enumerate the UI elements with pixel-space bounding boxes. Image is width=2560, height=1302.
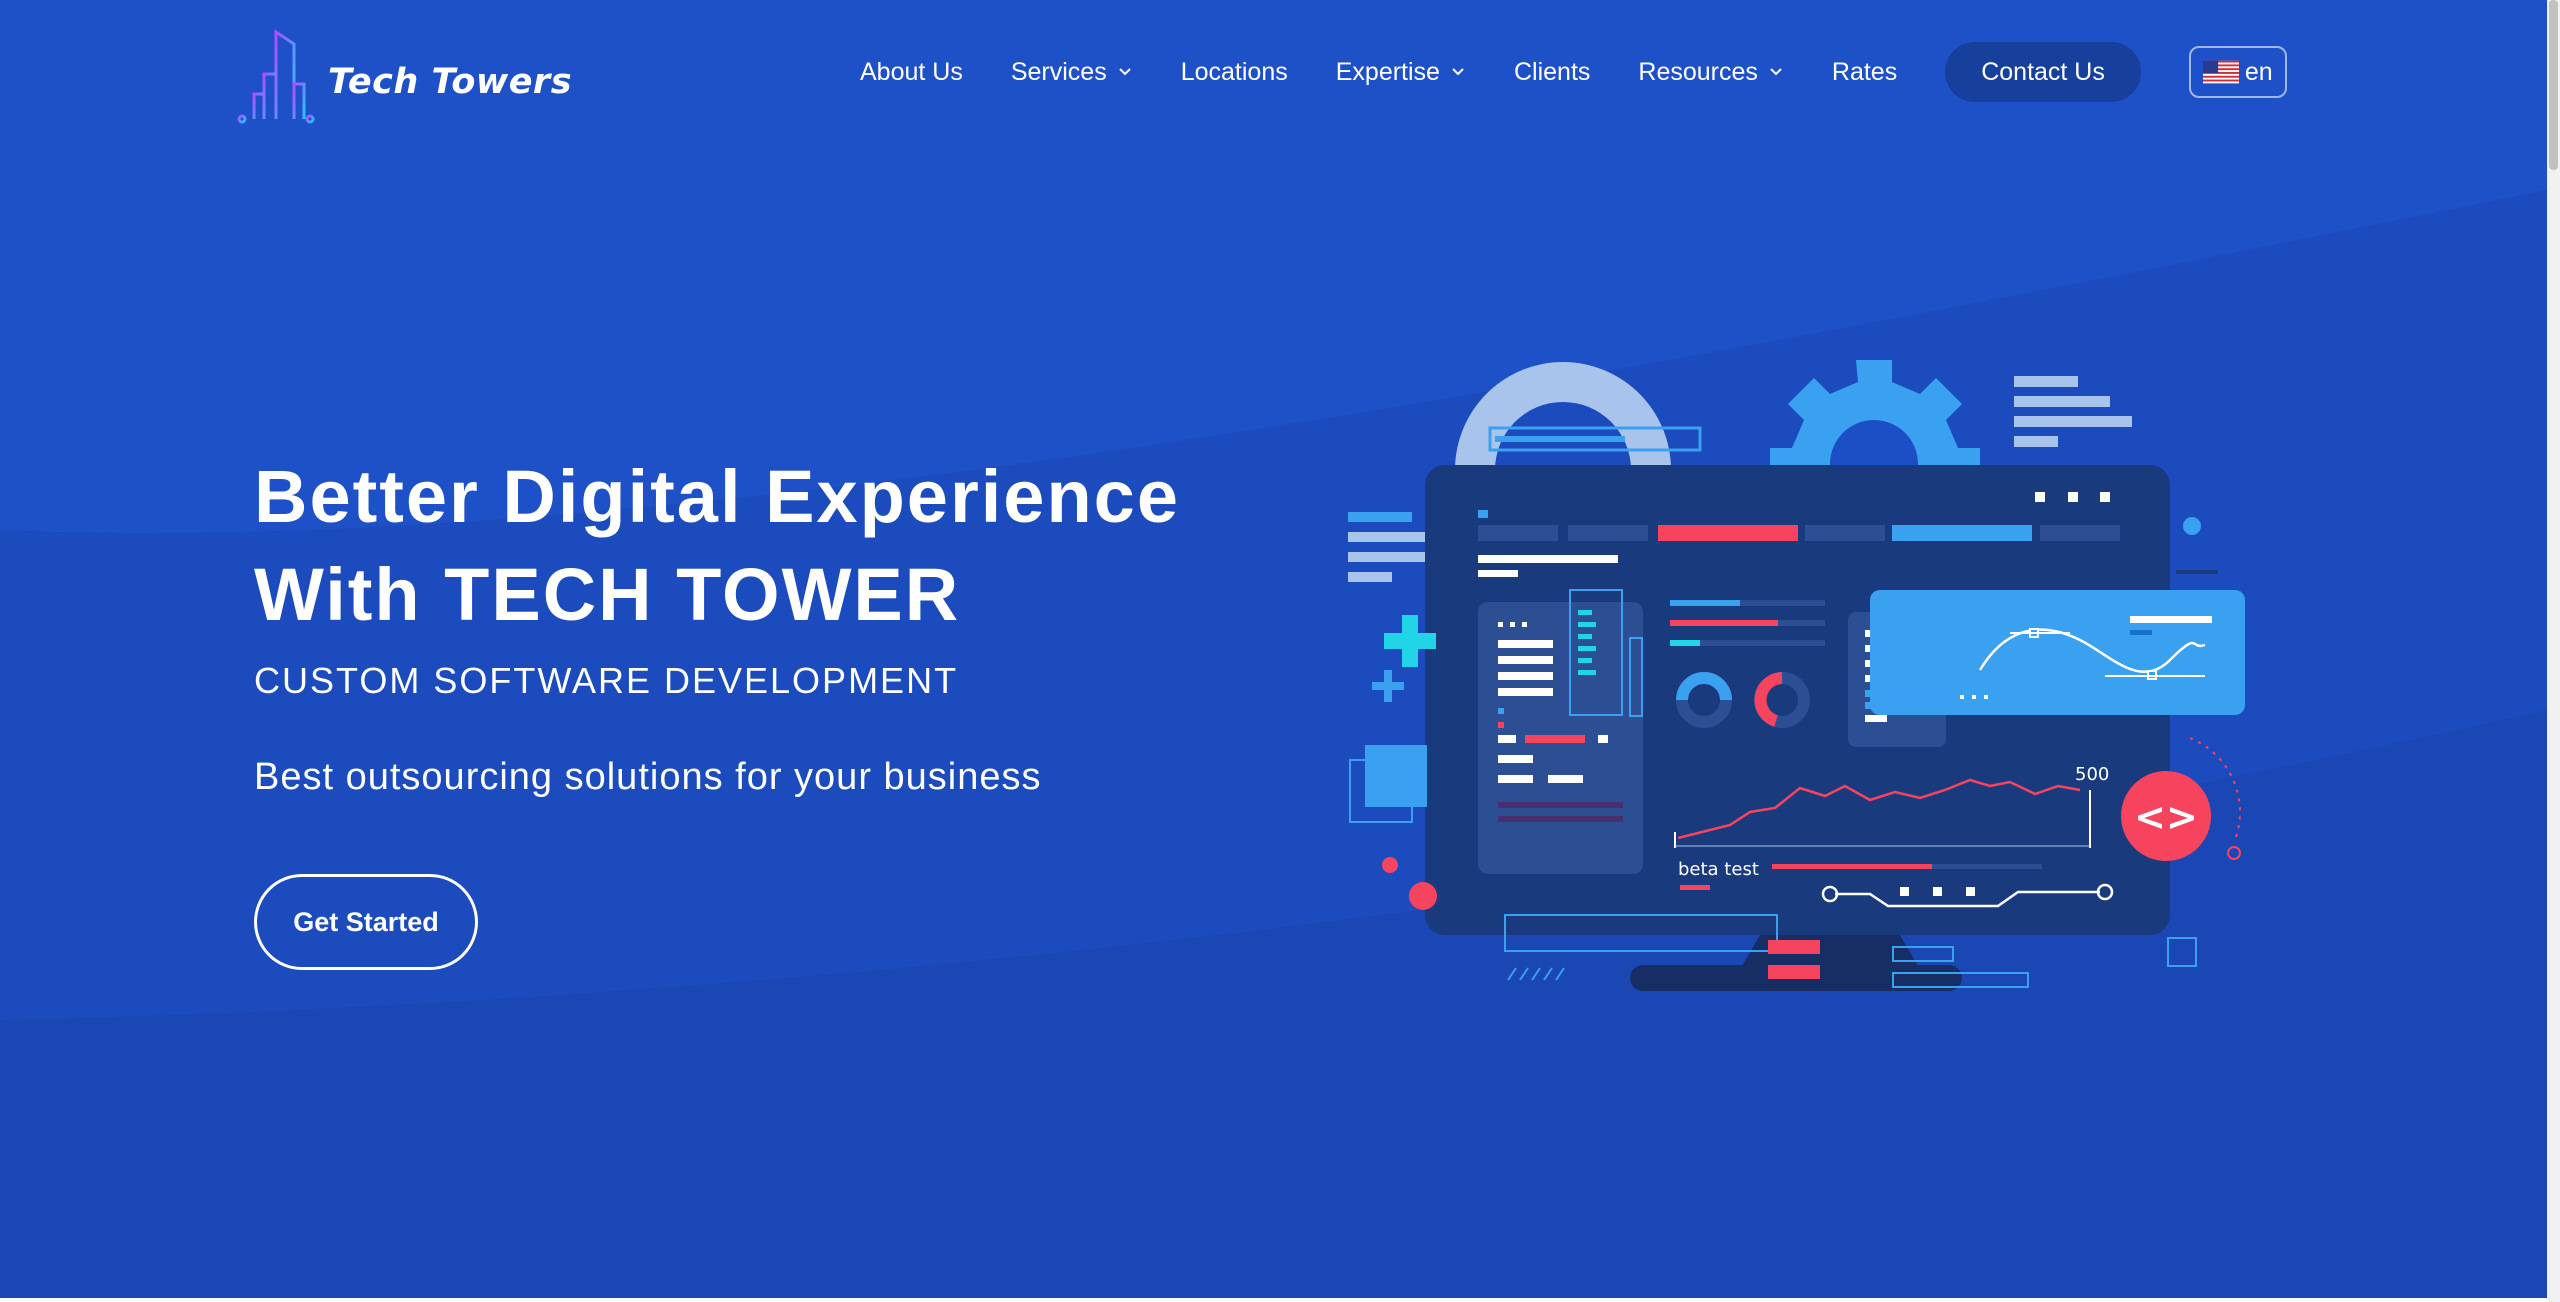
right-deco-lines [2014,376,2132,447]
page-bottom-edge [0,1298,2547,1302]
chevron-down-icon [1452,68,1464,76]
nav-expertise[interactable]: Expertise [1336,58,1466,87]
language-selector[interactable]: en [2188,46,2287,98]
headline-line-1: Better Digital Experience [254,455,1180,538]
hero-section: Tech Towers About Us Services Locations … [0,0,2547,1298]
hero-subtitle: CUSTOM SOFTWARE DEVELOPMENT [254,660,959,701]
nav-services[interactable]: Services [1011,58,1133,87]
chevron-down-icon [1119,68,1131,76]
wave-chart-card [1870,590,2245,715]
chart-value-label: 500 [2075,764,2109,785]
chart-caption: beta test [1678,859,1759,880]
nav-locations[interactable]: Locations [1181,58,1288,87]
get-started-button[interactable]: Get Started [254,874,478,970]
nav-about-us[interactable]: About Us [860,58,963,87]
hero-tagline: Best outsourcing solutions for your busi… [254,756,1042,798]
nav-resources[interactable]: Resources [1638,58,1784,87]
vertical-scrollbar[interactable] [2547,0,2560,1302]
tower-logo-icon [237,29,316,124]
dashboard-illustration: 500 beta test <> [1348,360,2245,991]
half-ring-shape [1455,362,1671,470]
hero-headline: Better Digital Experience With TECH TOWE… [254,448,1304,644]
small-plus-icon [1372,670,1404,702]
main-nav: About Us Services Locations Expertise Cl… [860,42,2287,102]
language-label: en [2244,57,2273,86]
brand-name: Tech Towers [328,62,573,102]
headline-line-2: With TECH TOWER [254,553,961,636]
nav-rates[interactable]: Rates [1832,58,1897,87]
nav-clients[interactable]: Clients [1514,58,1590,87]
scrollbar-thumb[interactable] [2549,0,2558,170]
chevron-down-icon [1770,68,1782,76]
brand-logo[interactable]: Tech Towers [236,24,596,124]
contact-us-button[interactable]: Contact Us [1945,42,2141,102]
us-flag-icon [2202,60,2239,84]
code-badge-text: <> [2134,795,2198,839]
